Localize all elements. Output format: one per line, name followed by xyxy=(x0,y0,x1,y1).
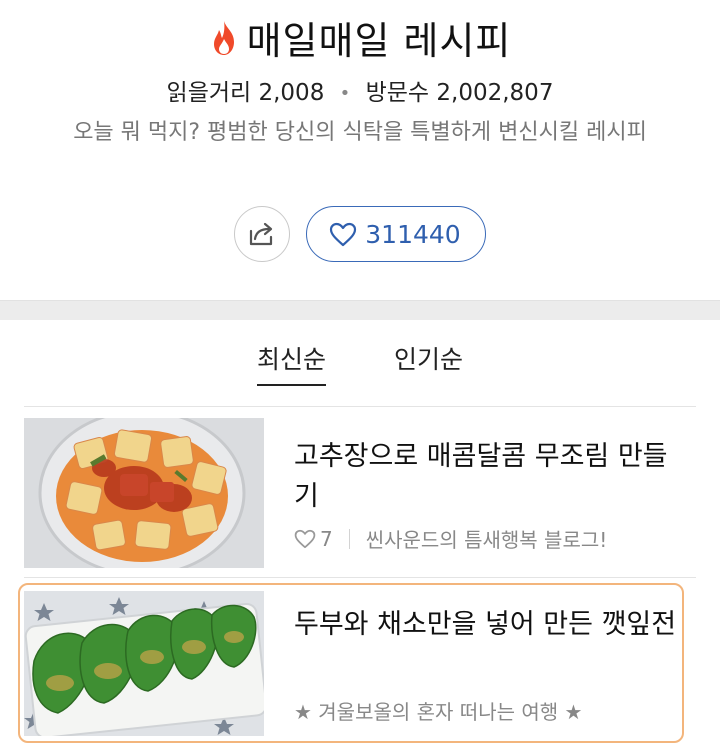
recipe-meta: 7 씬사운드의 틈새행복 블로그! xyxy=(294,524,607,553)
list-item[interactable]: 고추장으로 매콤달콤 무조림 만들기 7 씬사운드의 틈새행복 블로그! xyxy=(0,417,720,578)
posts-label: 읽을거리 xyxy=(166,80,252,106)
share-icon xyxy=(250,222,273,246)
like-info: 7 xyxy=(294,527,333,551)
title-row: 매일매일 레시피 xyxy=(0,10,720,65)
meta-separator xyxy=(348,528,350,549)
recipe-meta: ★ 겨울보올의 혼자 떠나는 여행 ★ xyxy=(294,696,582,725)
recipe-title[interactable]: 두부와 채소만을 넣어 만든 깻잎전 xyxy=(294,605,684,645)
share-button[interactable] xyxy=(234,206,291,262)
heart-outline-icon xyxy=(330,222,357,246)
visits-count: 2,002,807 xyxy=(436,80,554,106)
like-count: 311440 xyxy=(365,219,461,249)
sort-tabs: 최신순 인기순 xyxy=(0,340,720,386)
tab-popular[interactable]: 인기순 xyxy=(394,340,463,386)
like-button[interactable]: 311440 xyxy=(306,206,486,262)
heart-outline-icon xyxy=(294,529,316,548)
list-divider xyxy=(24,406,696,407)
blog-source: 씬사운드의 틈새행복 블로그! xyxy=(365,528,608,552)
page-title: 매일매일 레시피 xyxy=(246,19,512,63)
recipe-thumbnail xyxy=(24,418,264,568)
list-divider xyxy=(24,577,696,578)
blog-header: 매일매일 레시피 읽을거리 2,008 • 방문수 2,002,807 오늘 뭐… xyxy=(0,0,720,300)
posts-count: 2,008 xyxy=(258,80,325,106)
recipe-thumbnail xyxy=(24,591,264,736)
like-count: 7 xyxy=(320,526,333,551)
list-item[interactable]: 두부와 채소만을 넣어 만든 깻잎전 ★ 겨울보올의 혼자 떠나는 여행 ★ xyxy=(0,583,720,743)
tab-latest[interactable]: 최신순 xyxy=(256,340,326,386)
header-actions: 311440 xyxy=(0,206,720,262)
blog-description: 오늘 뭐 먹지? 평범한 당신의 식탁을 특별하게 변신시킬 레시피 xyxy=(73,120,647,145)
blog-stats: 읽을거리 2,008 • 방문수 2,002,807 xyxy=(0,73,720,107)
recipe-title[interactable]: 고추장으로 매콤달콤 무조림 만들기 xyxy=(294,437,684,517)
flame-icon xyxy=(213,20,234,55)
section-divider xyxy=(0,300,720,320)
visits-label: 방문수 xyxy=(365,80,430,106)
blog-source: ★ 겨울보올의 혼자 떠나는 여행 ★ xyxy=(294,700,583,724)
stats-separator: • xyxy=(339,83,351,104)
